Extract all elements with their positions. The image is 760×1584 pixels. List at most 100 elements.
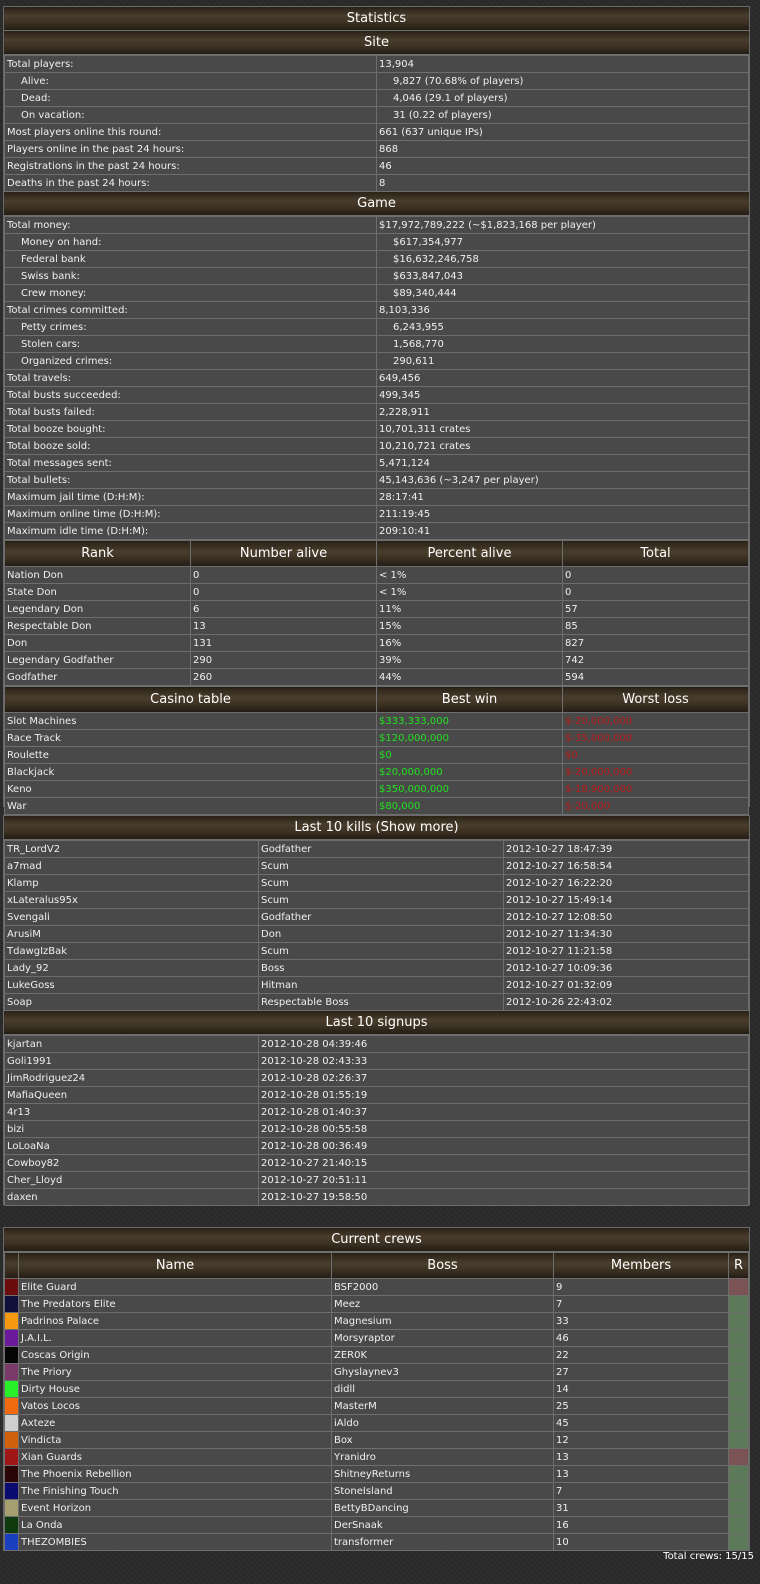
signup-row: Goli1991 2012-10-28 02:43:33 — [4, 1052, 749, 1070]
rank-cell: 0 — [190, 566, 377, 584]
crew-name-link[interactable]: Vindicta — [18, 1431, 332, 1449]
crew-boss-link[interactable]: didll — [331, 1380, 554, 1398]
site-header: Site — [4, 31, 749, 55]
rank-cell: State Don — [4, 583, 191, 601]
crew-recruiting-indicator — [728, 1346, 749, 1364]
crew-color-block — [5, 1500, 18, 1516]
crew-color-swatch — [4, 1346, 19, 1364]
kill-player-link[interactable]: Lady_92 — [4, 959, 259, 977]
crew-name-link[interactable]: Dirty House — [18, 1380, 332, 1398]
crew-boss-link[interactable]: ZER0K — [331, 1346, 554, 1364]
crew-boss-link[interactable]: transformer — [331, 1533, 554, 1551]
crew-boss-link[interactable]: Morsyraptor — [331, 1329, 554, 1347]
crew-name-link[interactable]: Xian Guards — [18, 1448, 332, 1466]
crew-name-link[interactable]: J.A.I.L. — [18, 1329, 332, 1347]
signup-player-link[interactable]: JimRodriguez24 — [4, 1069, 259, 1087]
signup-player-link[interactable]: daxen — [4, 1188, 259, 1206]
crew-boss-link[interactable]: Yranidro — [331, 1448, 554, 1466]
crew-row: The Priory Ghyslaynev3 27 — [4, 1363, 749, 1381]
crew-row: Vindicta Box 12 — [4, 1431, 749, 1449]
signup-player-link[interactable]: bizi — [4, 1120, 259, 1138]
crew-boss-link[interactable]: BSF2000 — [331, 1278, 554, 1296]
kill-player-link[interactable]: ArusiM — [4, 925, 259, 943]
crew-boss-link[interactable]: MasterM — [331, 1397, 554, 1415]
kill-rank: Scum — [258, 857, 504, 875]
crew-boss-link[interactable]: BettyBDancing — [331, 1499, 554, 1517]
crew-recruiting-indicator — [728, 1516, 749, 1534]
kill-time: 2012-10-27 11:21:58 — [503, 942, 749, 960]
signup-player-link[interactable]: kjartan — [4, 1035, 259, 1053]
casino-worst-loss: $-20,000,000 — [562, 712, 749, 730]
rank-cell: Nation Don — [4, 566, 191, 584]
signup-player-link[interactable]: Cowboy82 — [4, 1154, 259, 1172]
signup-player-link[interactable]: MafiaQueen — [4, 1086, 259, 1104]
kill-rank: Scum — [258, 874, 504, 892]
crew-name-link[interactable]: The Finishing Touch — [18, 1482, 332, 1500]
rank-cell: 6 — [190, 600, 377, 618]
crew-color-block — [5, 1347, 18, 1363]
casino-row: Roulette $0 $0 — [4, 746, 749, 764]
kill-player-link[interactable]: xLateralus95x — [4, 891, 259, 909]
crew-boss-link[interactable]: Ghyslaynev3 — [331, 1363, 554, 1381]
kill-player-link[interactable]: a7mad — [4, 857, 259, 875]
kill-player-link[interactable]: TR_LordV2 — [4, 840, 259, 858]
kill-player-link[interactable]: LukeGoss — [4, 976, 259, 994]
crew-boss-link[interactable]: ShitneyReturns — [331, 1465, 554, 1483]
crew-boss-link[interactable]: Box — [331, 1431, 554, 1449]
crew-row: Xian Guards Yranidro 13 — [4, 1448, 749, 1466]
stat-value: 1,568,770 — [376, 335, 749, 353]
signup-player-link[interactable]: 4r13 — [4, 1103, 259, 1121]
kill-time: 2012-10-27 18:47:39 — [503, 840, 749, 858]
crew-name-link[interactable]: Axteze — [18, 1414, 332, 1432]
kill-player-link[interactable]: Svengali — [4, 908, 259, 926]
crew-name-link[interactable]: Elite Guard — [18, 1278, 332, 1296]
crew-name-link[interactable]: Padrinos Palace — [18, 1312, 332, 1330]
crew-name-link[interactable]: The Priory — [18, 1363, 332, 1381]
crew-row: Coscas Origin ZER0K 22 — [4, 1346, 749, 1364]
crew-name-link[interactable]: La Onda — [18, 1516, 332, 1534]
stat-label: Maximum online time (D:H:M): — [4, 505, 377, 523]
crew-name-link[interactable]: Vatos Locos — [18, 1397, 332, 1415]
casino-table: Casino table Best win Worst loss Slot Mach… — [4, 686, 749, 815]
rank-cell: 131 — [190, 634, 377, 652]
stat-label: Swiss bank: — [4, 267, 377, 285]
crew-color-swatch — [4, 1499, 19, 1517]
casino-table-name: Keno — [4, 780, 377, 798]
kill-player-link[interactable]: TdawgIzBak — [4, 942, 259, 960]
crew-color-swatch — [4, 1482, 19, 1500]
stat-row: Money on hand: $617,354,977 — [4, 233, 749, 251]
kill-player-link[interactable]: Klamp — [4, 874, 259, 892]
signup-player-link[interactable]: LoLoaNa — [4, 1137, 259, 1155]
crew-recruiting-indicator — [728, 1499, 749, 1517]
kill-rank: Scum — [258, 942, 504, 960]
crew-name-link[interactable]: The Phoenix Rebellion — [18, 1465, 332, 1483]
rank-cell: 13 — [190, 617, 377, 635]
stat-row: Total booze sold: 10,210,721 crates — [4, 437, 749, 455]
kill-rank: Godfather — [258, 908, 504, 926]
stat-value: 45,143,636 (~3,247 per player) — [376, 471, 749, 489]
kill-row: LukeGoss Hitman 2012-10-27 01:32:09 — [4, 976, 749, 994]
last-kills-header[interactable]: Last 10 kills (Show more) — [4, 816, 749, 840]
stat-row: Total players: 13,904 — [4, 55, 749, 73]
kill-player-link[interactable]: Soap — [4, 993, 259, 1011]
crew-name-link[interactable]: THEZOMBIES — [18, 1533, 332, 1551]
stat-label: Total players: — [4, 55, 377, 73]
crew-boss-link[interactable]: Meez — [331, 1295, 554, 1313]
crew-name-link[interactable]: Event Horizon — [18, 1499, 332, 1517]
crew-row: The Predators Elite Meez 7 — [4, 1295, 749, 1313]
crew-boss-link[interactable]: iAldo — [331, 1414, 554, 1432]
rank-row: Don 131 16% 827 — [4, 634, 749, 652]
crew-members: 7 — [553, 1482, 729, 1500]
stat-label: Total money: — [4, 216, 377, 234]
crew-name-link[interactable]: The Predators Elite — [18, 1295, 332, 1313]
crew-boss-link[interactable]: DerSnaak — [331, 1516, 554, 1534]
rank-cell: Godfather — [4, 668, 191, 686]
crew-boss-link[interactable]: Magnesium — [331, 1312, 554, 1330]
crew-members: 14 — [553, 1380, 729, 1398]
crew-boss-link[interactable]: StoneIsland — [331, 1482, 554, 1500]
crew-name-link[interactable]: Coscas Origin — [18, 1346, 332, 1364]
crew-color-block — [5, 1432, 18, 1448]
signup-player-link[interactable]: Goli1991 — [4, 1052, 259, 1070]
signup-player-link[interactable]: Cher_Lloyd — [4, 1171, 259, 1189]
crew-color-block — [5, 1517, 18, 1533]
